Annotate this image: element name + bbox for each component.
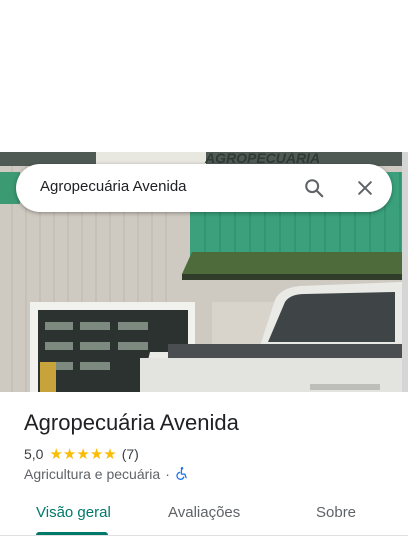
search-icon[interactable] [302,176,326,200]
tab-about[interactable]: Sobre [316,504,356,521]
star-rating: ★ ★ ★ ★ ★ [49,447,116,462]
close-icon[interactable] [353,176,377,200]
place-title: Agropecuária Avenida [24,410,239,435]
star-icon: ★ [49,445,63,463]
star-icon: ★ [89,445,104,463]
search-bar[interactable]: Agropecuária Avenida [16,164,392,212]
category-row: Agricultura e pecuária · [24,464,189,484]
place-info-panel: Agropecuária Avenida 5,0 ★ ★ ★ ★ ★ (7) A… [0,392,408,544]
search-input[interactable]: Agropecuária Avenida [40,178,187,195]
review-count[interactable]: (7) [122,446,139,462]
scrollbar[interactable] [402,152,408,402]
tab-overview[interactable]: Visão geral [36,504,111,521]
tab-divider [0,535,408,536]
rating-row[interactable]: 5,0 ★ ★ ★ ★ ★ (7) [24,444,139,464]
tab-reviews[interactable]: Avaliações [168,504,240,521]
tab-bar: Visão geral Avaliações Sobre [0,492,408,536]
wheelchair-icon [175,466,189,483]
star-icon: ★ [103,445,117,463]
separator-dot: · [165,466,170,482]
category-label: Agricultura e pecuária [24,466,161,482]
star-icon: ★ [62,445,77,463]
rating-value: 5,0 [24,446,44,462]
star-icon: ★ [76,445,90,463]
